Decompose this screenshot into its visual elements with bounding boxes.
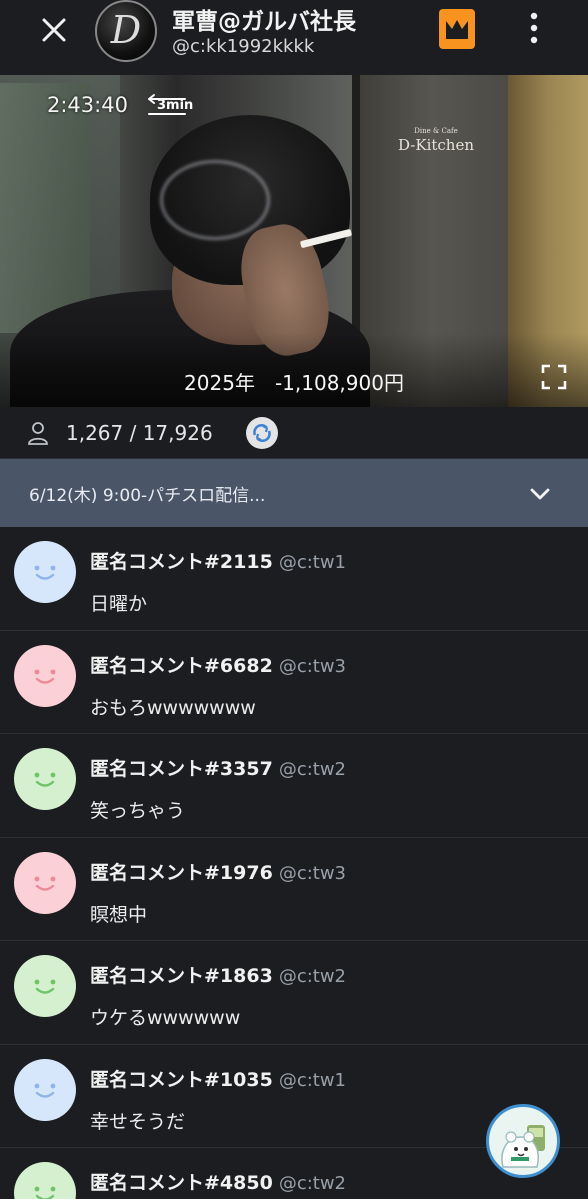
viewer-count: 1,267 / 17,926	[66, 421, 213, 445]
comment-author-handle: @c:tw2	[278, 1173, 347, 1194]
comment-item: 匿名コメント#1863 @c:tw2 ウケるwwwwww	[0, 941, 588, 1045]
comment-author[interactable]: 匿名コメント#2115 @c:tw1	[90, 547, 346, 574]
comment-author-handle: @c:tw1	[278, 1069, 347, 1091]
comment-item: 匿名コメント#2115 @c:tw1 日曜か	[0, 527, 588, 631]
comment-text: ウケるwwwwww	[90, 1007, 241, 1029]
comment-author-name: 匿名コメント#2115	[90, 551, 273, 573]
comment-item: 匿名コメント#6682 @c:tw3 おもろwwwwwww	[0, 631, 588, 734]
smiley-face-icon	[34, 669, 56, 684]
yearly-total: 2025年 -1,108,900円	[184, 371, 404, 395]
comment-author-name: 匿名コメント#1863	[90, 965, 273, 987]
comment-author-name: 匿名コメント#3357	[90, 758, 273, 780]
channel-name[interactable]: 軍曹@ガルバ社長	[172, 2, 356, 36]
smiley-face-icon	[34, 565, 56, 580]
comment-author-name: 匿名コメント#4850	[90, 1172, 273, 1194]
comment-item: 匿名コメント#3357 @c:tw2 笑っちゃう	[0, 734, 588, 838]
chevron-down-icon[interactable]	[527, 481, 553, 507]
elapsed-time: 2:43:40	[47, 93, 128, 117]
more-vertical-icon[interactable]	[520, 10, 548, 46]
smiley-face-icon	[34, 772, 56, 787]
comment-author-name: 匿名コメント#1976	[90, 861, 273, 884]
comment-text: 幸せそうだ	[90, 1110, 186, 1133]
smiley-face-icon	[34, 876, 56, 891]
viewer-stats: 1,267 / 17,926	[0, 407, 588, 459]
comment-author-handle: @c:tw2	[278, 966, 347, 987]
comment-author-name: 匿名コメント#1035	[90, 1068, 273, 1091]
channel-avatar[interactable]: D	[95, 0, 157, 62]
comment-author-handle: @c:tw1	[278, 552, 347, 573]
comment-author[interactable]: 匿名コメント#1976 @c:tw3	[90, 858, 346, 885]
comment-author[interactable]: 匿名コメント#1863 @c:tw2	[90, 961, 346, 988]
door-sign-main: D-Kitchen	[398, 136, 475, 154]
comment-author-handle: @c:tw2	[278, 759, 347, 780]
schedule-text: 6/12(木) 9:00-パチスロ配信...	[29, 486, 266, 506]
mascot-fab-button[interactable]	[486, 1104, 560, 1178]
comment-author-handle: @c:tw3	[278, 655, 347, 677]
smiley-face-icon	[34, 979, 56, 994]
refresh-button[interactable]	[246, 417, 278, 449]
comment-avatar[interactable]	[14, 1058, 76, 1121]
comment-author-name: 匿名コメント#6682	[90, 654, 273, 677]
comment-avatar[interactable]	[14, 1162, 76, 1199]
comment-avatar[interactable]	[14, 851, 76, 914]
channel-id: @c:kk1992kkkk	[172, 36, 315, 57]
smiley-face-icon	[34, 1186, 56, 1199]
schedule-banner[interactable]: 6/12(木) 9:00-パチスロ配信...	[0, 459, 588, 527]
door-sign-small: Dine & Cafe	[414, 127, 458, 135]
comment-text: 日曜か	[90, 593, 148, 615]
person-icon	[28, 422, 48, 445]
close-icon[interactable]	[36, 12, 72, 48]
comment-text: おもろwwwwwww	[90, 696, 256, 719]
smiley-face-icon	[34, 1083, 56, 1098]
extend-label: 3min	[157, 98, 194, 113]
comment-avatar[interactable]	[14, 541, 76, 603]
comment-item: 匿名コメント#1976 @c:tw3 瞑想中	[0, 838, 588, 941]
crown-icon	[446, 20, 468, 39]
smoke	[160, 160, 270, 240]
comment-avatar[interactable]	[14, 748, 76, 810]
comment-text: 瞑想中	[90, 903, 148, 926]
comment-author[interactable]: 匿名コメント#1035 @c:tw1	[90, 1065, 346, 1092]
comment-author[interactable]: 匿名コメント#3357 @c:tw2	[90, 754, 346, 781]
comment-text: 笑っちゃう	[90, 800, 186, 822]
fullscreen-icon[interactable]	[540, 363, 568, 391]
channel-header: D 軍曹@ガルバ社長 @c:kk1992kkkk	[0, 0, 588, 75]
video-background	[0, 83, 90, 333]
comment-author[interactable]: 匿名コメント#4850 @c:tw2	[90, 1168, 346, 1195]
extend-time-button[interactable]: 3min	[145, 93, 193, 117]
comment-author[interactable]: 匿名コメント#6682 @c:tw3	[90, 651, 346, 678]
comment-avatar[interactable]	[14, 955, 76, 1017]
video-player[interactable]: Dine & Cafe D-Kitchen 2:43:40 3min 2025年…	[0, 75, 588, 407]
crown-badge-button[interactable]	[439, 9, 475, 49]
comment-avatar[interactable]	[14, 644, 76, 707]
door-sign: Dine & Cafe D-Kitchen	[398, 127, 474, 154]
comment-author-handle: @c:tw3	[278, 862, 347, 884]
refresh-icon	[253, 424, 271, 442]
comment-list[interactable]: 匿名コメント#2115 @c:tw1 日曜か 匿名コメント#6682 @c:tw3 …	[0, 527, 588, 1199]
avatar-logo-letter: D	[110, 8, 142, 52]
